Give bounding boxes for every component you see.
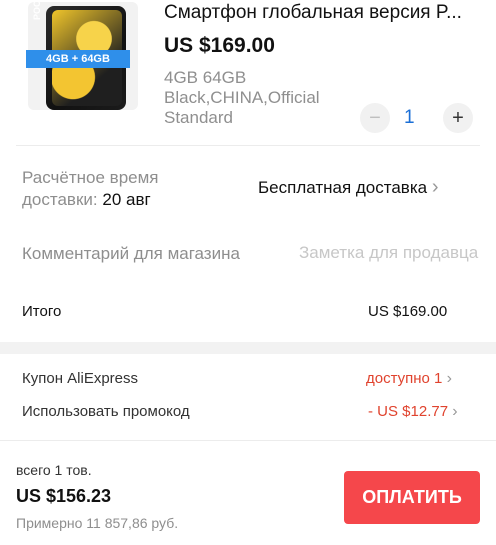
- product-variant[interactable]: 4GB 64GB Black,CHINA,Official Standard: [164, 68, 354, 128]
- aliexpress-coupon-label: Купон AliExpress: [22, 370, 139, 387]
- promo-discount-text: - US $12.77: [368, 403, 449, 420]
- chevron-right-icon: ›: [452, 403, 458, 420]
- plus-icon: +: [452, 106, 464, 129]
- aliexpress-coupon-link[interactable]: доступно 1 ›: [366, 370, 452, 388]
- variant-line: 4GB 64GB: [164, 68, 247, 87]
- delivery-option[interactable]: Бесплатная доставка ›: [258, 176, 439, 199]
- pay-button[interactable]: ОПЛАТИТЬ: [344, 471, 480, 524]
- delivery-option-label: Бесплатная доставка: [258, 178, 428, 197]
- delivery-date: 20 авг: [102, 190, 151, 209]
- product-logo-text: POCO: [32, 2, 42, 20]
- product-price: US $169.00: [164, 34, 275, 57]
- memory-badge: 4GB + 64GB: [26, 50, 130, 68]
- divider: [0, 440, 496, 441]
- items-count: всего 1 тов.: [16, 462, 92, 478]
- seller-note-input[interactable]: [297, 242, 481, 264]
- increase-quantity-button[interactable]: +: [443, 103, 473, 133]
- coupon-available-text: доступно 1: [366, 370, 443, 387]
- minus-icon: −: [369, 106, 381, 129]
- promo-code-link[interactable]: - US $12.77 ›: [368, 403, 458, 421]
- variant-line: Black,CHINA,Official: [164, 88, 320, 107]
- promo-code-label: Использовать промокод: [22, 403, 190, 420]
- comment-label: Комментарий для магазина: [22, 244, 240, 263]
- grand-total: US $156.23: [16, 486, 112, 506]
- delivery-time-label: Расчётное время доставки: 20 авг: [22, 167, 212, 211]
- chevron-right-icon: ›: [431, 176, 439, 198]
- subtotal-label: Итого: [22, 303, 62, 320]
- decrease-quantity-button[interactable]: −: [360, 103, 390, 133]
- subtotal-value: US $169.00: [368, 303, 448, 320]
- variant-line: Standard: [164, 108, 233, 127]
- section-separator: [0, 342, 496, 354]
- quantity-value: 1: [404, 107, 415, 128]
- chevron-right-icon: ›: [446, 370, 452, 387]
- approx-rub-total: Примерно 11 857,86 руб.: [16, 515, 179, 531]
- product-title[interactable]: Смартфон глобальная версия P...: [164, 2, 484, 24]
- divider: [16, 145, 480, 146]
